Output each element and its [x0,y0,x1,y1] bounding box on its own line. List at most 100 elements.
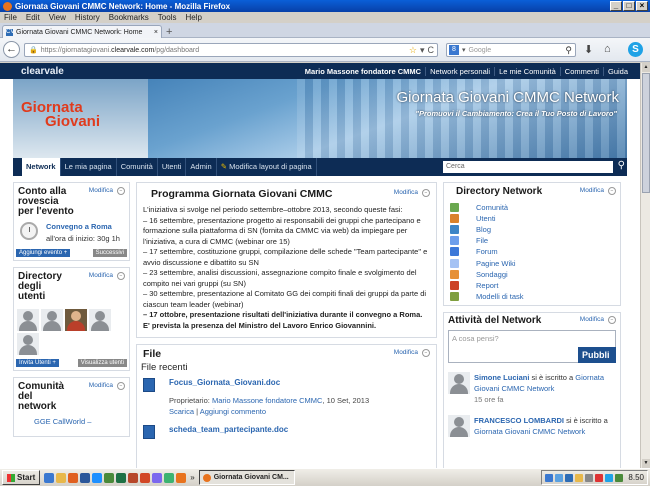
home-icon[interactable]: ⌂ [604,43,611,55]
user-directory-modify-link[interactable]: Modifica [89,272,113,279]
file-owner-link[interactable]: Mario Massone fondatore CMMC [212,396,322,405]
directory-modify-link[interactable]: Modifica [580,187,604,194]
quick-launch-icon[interactable] [92,472,103,483]
browser-tab[interactable]: CV Giornata Giovani CMMC Network: Home × [2,25,162,38]
quick-launch-icon[interactable] [80,472,91,483]
clearvale-logo[interactable]: clearvale [21,66,64,77]
directory-item[interactable]: File [450,235,614,246]
scroll-up-icon[interactable]: ▲ [642,63,650,72]
top-link-personal-networks[interactable]: Network personali [425,66,494,76]
tray-icon[interactable] [555,473,564,482]
invite-users-button[interactable]: Invita Utenti + [16,359,59,367]
url-bar[interactable]: 🔒 https://giornatagiovani. clearvale.com /… [24,43,438,57]
menu-view[interactable]: View [49,13,66,22]
menu-history[interactable]: History [75,13,100,22]
quick-launch-icon[interactable] [56,472,67,483]
collapse-icon[interactable]: − [608,315,616,324]
directory-item[interactable]: Pagine Wiki [450,257,614,268]
collapse-icon[interactable]: − [117,187,125,195]
download-link[interactable]: Scarica [169,407,194,416]
countdown-modify-link[interactable]: Modifica [89,187,113,194]
directory-item[interactable]: Blog [450,224,614,235]
tray-icon[interactable] [575,473,584,482]
activity-modify-link[interactable]: Modifica [580,316,604,323]
tray-icon[interactable] [585,473,594,482]
add-comment-link[interactable]: Aggiungi commento [200,407,266,416]
scroll-down-icon[interactable]: ▼ [642,459,650,468]
menu-edit[interactable]: Edit [26,13,40,22]
back-button[interactable]: ← [3,41,20,58]
site-search-input[interactable]: Cerca ⚲ [443,160,625,173]
file-name-link[interactable]: scheda_team_partecipante.doc [169,425,288,434]
menu-help[interactable]: Help [185,13,201,22]
files-modify-link[interactable]: Modifica [394,349,418,356]
directory-item[interactable]: Modelli di task [450,291,614,302]
scroll-thumb[interactable] [642,73,650,193]
quick-launch-icon[interactable] [128,472,139,483]
directory-item[interactable]: Forum [450,246,614,257]
collapse-icon[interactable]: − [117,382,125,390]
directory-item[interactable]: Sondaggi [450,269,614,280]
activity-user-link[interactable]: FRANCESCO LOMBARDI [474,416,564,425]
communities-modify-link[interactable]: Modifica [89,382,113,389]
directory-item[interactable]: Comunità [450,202,614,213]
maximize-button[interactable]: □ [623,1,635,11]
quick-launch-icon[interactable] [152,472,163,483]
nav-my-page[interactable]: Le mia pagina [61,158,117,176]
search-bar[interactable]: 8 ▾ Google ⚲ [446,43,576,57]
directory-item[interactable]: Utenti [450,213,614,224]
taskbar-firefox-task[interactable]: Giornata Giovani CM... [198,470,295,485]
top-link-profile[interactable]: Mario Massone fondatore CMMC [301,67,425,76]
activity-user-link[interactable]: Simone Luciani [474,373,529,382]
avatar[interactable] [89,309,111,331]
quick-launch-icon[interactable] [44,472,55,483]
dropdown-icon[interactable]: ▾ [420,45,425,55]
top-link-help[interactable]: Guida [602,66,632,76]
avatar[interactable] [17,309,39,331]
program-modify-link[interactable]: Modifica [394,189,418,196]
community-item-link[interactable]: GGE CallWorld – [34,417,91,426]
next-events-button[interactable]: Successivi [92,249,127,257]
menu-bookmarks[interactable]: Bookmarks [109,13,149,22]
search-icon[interactable]: ⚲ [565,45,572,56]
event-name-link[interactable]: Convegno a Roma [46,222,120,231]
nav-network[interactable]: Network [22,158,61,176]
menu-tools[interactable]: Tools [158,13,177,22]
tab-close-icon[interactable]: × [154,29,158,36]
quick-launch-icon[interactable] [116,472,127,483]
search-engine-dropdown-icon[interactable]: ▾ [462,46,466,54]
publish-button[interactable]: Pubbli [578,346,616,363]
avatar[interactable] [41,309,63,331]
tray-icon[interactable] [565,473,574,482]
collapse-icon[interactable]: − [422,189,430,197]
bookmark-star-icon[interactable]: ☆ [409,45,417,55]
skype-icon[interactable]: S [628,42,643,57]
directory-item[interactable]: Report [450,280,614,291]
avatar[interactable] [65,309,87,331]
view-users-button[interactable]: Visualizza utenti [77,359,127,367]
new-tab-button[interactable]: + [166,26,172,38]
tray-icon[interactable] [595,473,604,482]
google-icon[interactable]: 8 [449,45,459,55]
tray-icon[interactable] [605,473,614,482]
menu-file[interactable]: File [4,13,17,22]
quick-launch-icon[interactable] [176,472,187,483]
collapse-icon[interactable]: − [117,272,125,280]
start-button[interactable]: Start [2,470,41,485]
quick-launch-more[interactable]: » [190,473,194,482]
site-search-icon[interactable]: ⚲ [618,160,625,172]
nav-admin[interactable]: Admin [186,158,217,176]
page-scrollbar[interactable]: ▲ ▼ [640,63,650,468]
activity-target-link[interactable]: Giornata Giovani CMMC Network [474,427,585,436]
quick-launch-icon[interactable] [68,472,79,483]
quick-launch-icon[interactable] [164,472,175,483]
reload-icon[interactable]: C [428,45,435,55]
collapse-icon[interactable]: − [422,349,430,357]
file-name-link[interactable]: Focus_Giornata_Giovani.doc [169,378,369,387]
quick-launch-icon[interactable] [140,472,151,483]
nav-users[interactable]: Utenti [158,158,187,176]
top-link-comments[interactable]: Commenti [559,66,603,76]
add-event-button[interactable]: Aggiungi evento + [16,249,71,257]
top-link-my-communities[interactable]: Le mie Comunità [494,66,560,76]
avatar[interactable] [17,333,39,355]
